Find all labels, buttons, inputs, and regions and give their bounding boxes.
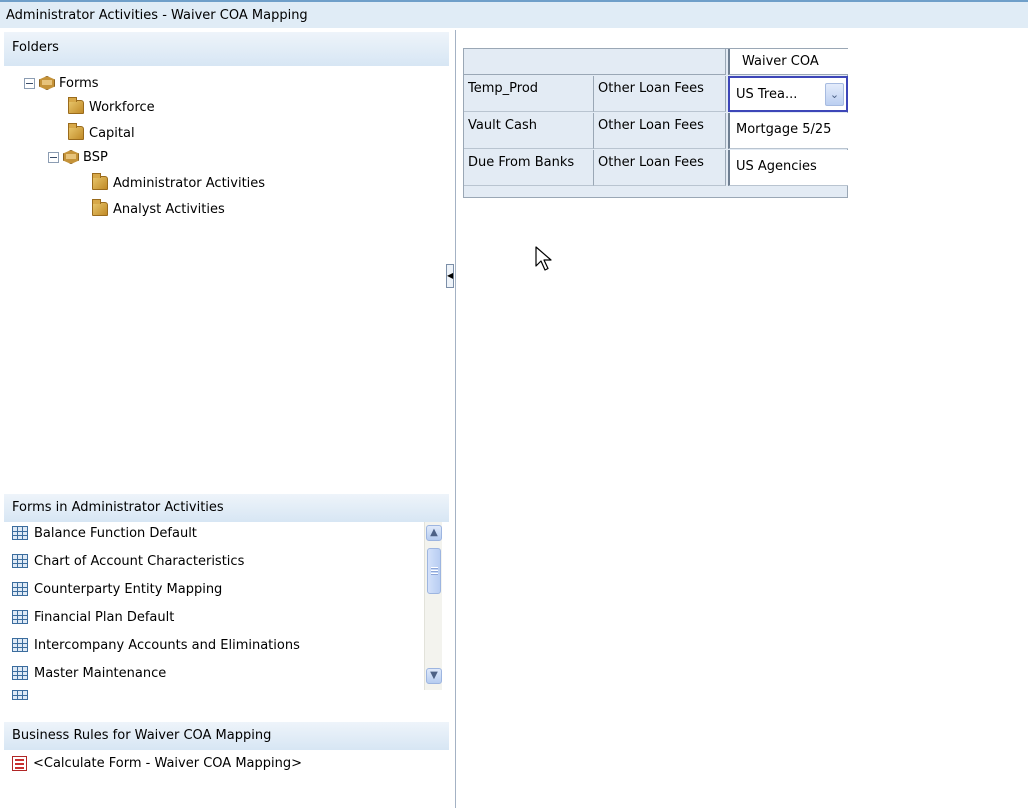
row-header: Temp_Prod [464, 76, 594, 112]
data-cell[interactable]: US Agencies [728, 150, 848, 186]
table-icon [12, 554, 28, 568]
table-icon [12, 638, 28, 652]
tree-node-workforce[interactable]: Workforce [68, 96, 155, 118]
table-icon [12, 582, 28, 596]
column-header-waiver-coa: Waiver COA [728, 49, 848, 75]
tree-node-administrator-activities[interactable]: Administrator Activities [92, 172, 265, 194]
chevron-down-icon[interactable]: ⌄ [825, 83, 844, 106]
data-grid: Waiver COA Temp_Prod Other Loan Fees US … [463, 48, 848, 198]
form-item-label: Intercompany Accounts and Eliminations [34, 637, 300, 653]
tree-node-label: Analyst Activities [113, 201, 225, 217]
folder-tree: Forms Workforce Capital BSP Administrato… [0, 72, 445, 312]
tree-node-capital[interactable]: Capital [68, 122, 135, 144]
tree-node-forms[interactable]: Forms [24, 72, 99, 94]
form-item-label: Master Maintenance [34, 665, 167, 681]
tree-node-bsp[interactable]: BSP [48, 146, 108, 168]
table-icon [12, 610, 28, 624]
window-title: Administrator Activities - Waiver COA Ma… [0, 0, 1028, 28]
form-item[interactable]: Master Maintenance [12, 662, 166, 684]
left-panel: Folders Forms Workforce Capital BSP Admi… [0, 28, 455, 808]
form-item-label: Counterparty Entity Mapping [34, 581, 223, 597]
business-rule-label: <Calculate Form - Waiver COA Mapping> [33, 755, 303, 771]
table-icon [12, 666, 28, 680]
scroll-down-icon[interactable]: ▼ [426, 668, 442, 684]
row-header: Due From Banks [464, 150, 594, 186]
folder-icon [68, 123, 84, 140]
table-icon [12, 526, 28, 540]
row-header: Other Loan Fees [594, 150, 726, 186]
form-item[interactable]: Chart of Account Characteristics [12, 550, 244, 572]
folder-icon [92, 199, 108, 216]
collapse-toggle-icon[interactable] [48, 151, 59, 163]
mouse-pointer-icon [535, 246, 552, 271]
folder-icon [92, 173, 108, 190]
forms-header: Forms in Administrator Activities [4, 494, 449, 522]
business-rule-item[interactable]: <Calculate Form - Waiver COA Mapping> [12, 752, 302, 774]
folder-icon [68, 97, 84, 114]
tree-node-label: Workforce [89, 99, 155, 115]
scroll-up-icon[interactable]: ▲ [426, 525, 442, 541]
forms-list: Balance Function Default Chart of Accoun… [4, 522, 444, 712]
form-item[interactable]: Balance Function Default [12, 522, 197, 544]
rule-list-icon [12, 755, 27, 771]
row-header: Other Loan Fees [594, 113, 726, 149]
forms-scrollbar[interactable]: ▲ ▼ [424, 522, 442, 690]
form-item[interactable]: Counterparty Entity Mapping [12, 578, 222, 600]
tree-node-label: Capital [89, 125, 135, 141]
form-item-label: Financial Plan Default [34, 609, 175, 625]
table-icon [12, 690, 28, 700]
form-item-label: Balance Function Default [34, 525, 197, 541]
form-item-partial [12, 690, 34, 700]
collapse-left-icon[interactable]: ◀ [446, 264, 454, 288]
folders-header: Folders [4, 32, 449, 66]
row-header: Vault Cash [464, 113, 594, 149]
scrollbar-thumb[interactable] [427, 548, 441, 594]
cube-icon [63, 150, 79, 164]
row-header: Other Loan Fees [594, 76, 726, 112]
grid-corner [464, 49, 726, 75]
tree-node-label: Forms [59, 75, 99, 91]
tree-node-analyst-activities[interactable]: Analyst Activities [92, 198, 225, 220]
tree-node-label: Administrator Activities [113, 175, 266, 191]
grip-icon [431, 567, 438, 575]
rules-header: Business Rules for Waiver COA Mapping [4, 722, 449, 750]
cube-icon [39, 76, 55, 90]
form-item-label: Chart of Account Characteristics [34, 553, 245, 569]
tree-node-label: BSP [83, 149, 108, 165]
data-cell[interactable]: Mortgage 5/25 [728, 113, 848, 149]
select-value: US Trea... [736, 87, 798, 102]
collapse-toggle-icon[interactable] [24, 77, 35, 89]
form-item[interactable]: Financial Plan Default [12, 606, 174, 628]
panel-divider[interactable] [455, 30, 456, 808]
form-item[interactable]: Intercompany Accounts and Eliminations [12, 634, 300, 656]
waiver-coa-select[interactable]: US Trea... ⌄ [728, 76, 848, 112]
